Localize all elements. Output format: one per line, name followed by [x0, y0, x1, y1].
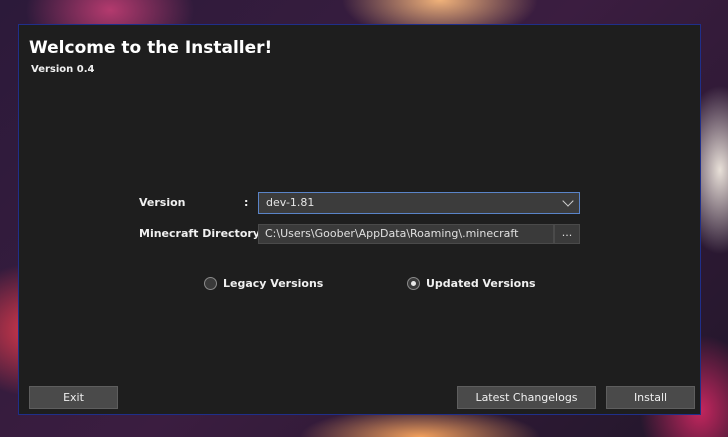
- browse-button[interactable]: ...: [554, 224, 580, 244]
- exit-button[interactable]: Exit: [29, 386, 118, 409]
- version-label: Version: [139, 196, 186, 209]
- version-select[interactable]: dev-1.81: [258, 192, 580, 214]
- app-version-text: Version 0.4: [31, 64, 95, 75]
- version-colon: :: [244, 196, 249, 209]
- desktop-wallpaper: Welcome to the Installer! Version 0.4 Ve…: [0, 0, 728, 437]
- window-title: Welcome to the Installer!: [29, 38, 273, 58]
- radio-updated-versions[interactable]: Updated Versions: [407, 277, 536, 290]
- radio-legacy-versions[interactable]: Legacy Versions: [204, 277, 323, 290]
- radio-updated-indicator[interactable]: [407, 277, 420, 290]
- radio-legacy-indicator[interactable]: [204, 277, 217, 290]
- directory-field[interactable]: C:\Users\Goober\AppData\Roaming\.minecra…: [258, 224, 554, 244]
- radio-legacy-label: Legacy Versions: [223, 277, 324, 290]
- radio-updated-label: Updated Versions: [426, 277, 536, 290]
- chevron-down-icon: [562, 195, 574, 207]
- install-button[interactable]: Install: [606, 386, 695, 409]
- latest-changelogs-button[interactable]: Latest Changelogs: [457, 386, 596, 409]
- installer-window: Welcome to the Installer! Version 0.4 Ve…: [18, 24, 701, 415]
- version-select-value: dev-1.81: [266, 196, 315, 209]
- directory-label: Minecraft Directory :: [139, 227, 269, 240]
